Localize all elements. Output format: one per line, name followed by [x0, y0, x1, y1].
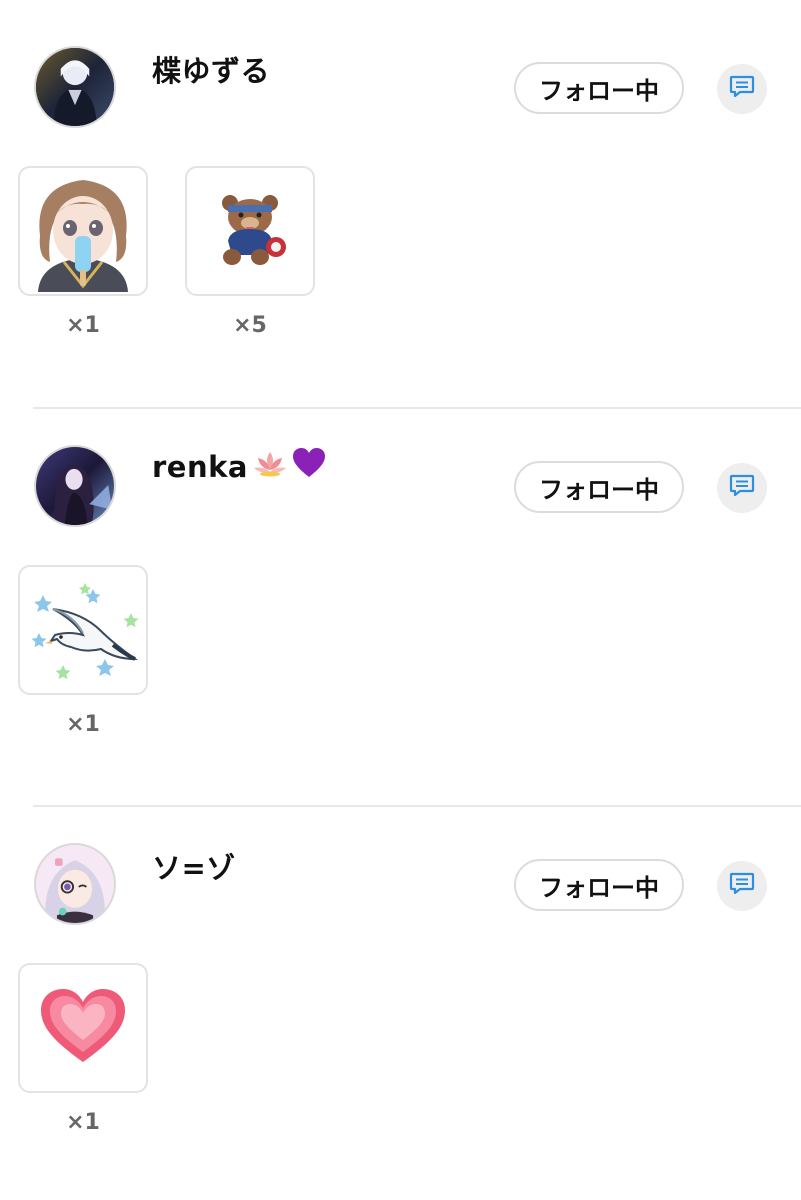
- gift-count: ×5: [233, 313, 267, 338]
- avatar[interactable]: [34, 46, 116, 128]
- username[interactable]: ソ=ゾ: [152, 845, 236, 887]
- chat-bubble-icon: [729, 872, 755, 900]
- message-button[interactable]: [717, 64, 767, 114]
- chat-bubble-icon: [729, 474, 755, 502]
- teddy-bear-sticker-icon: [210, 189, 290, 273]
- username[interactable]: 楪ゆずる: [152, 48, 270, 90]
- avatar[interactable]: [34, 843, 116, 925]
- chat-bubble-icon: [729, 75, 755, 103]
- user-row: 楪ゆずる フォロー中 ×1 ×5: [0, 0, 801, 398]
- gift-item[interactable]: [18, 565, 148, 695]
- following-button[interactable]: フォロー中: [514, 461, 684, 513]
- gift-count: ×1: [66, 1110, 100, 1135]
- username-text: renka: [152, 449, 248, 484]
- following-button[interactable]: フォロー中: [514, 859, 684, 911]
- gift-item[interactable]: [185, 166, 315, 296]
- following-button[interactable]: フォロー中: [514, 62, 684, 114]
- message-button[interactable]: [717, 861, 767, 911]
- lotus-icon: [252, 448, 288, 485]
- gift-item[interactable]: [18, 166, 148, 296]
- girl-popsicle-sticker-icon: [20, 168, 146, 294]
- gift-count: ×1: [66, 313, 100, 338]
- username-text: ソ=ゾ: [152, 851, 236, 885]
- user-row: renka フォロー中 ×1: [0, 399, 801, 797]
- username-text: 楪ゆずる: [152, 54, 271, 88]
- purple-heart-icon: [292, 447, 326, 486]
- gift-count: ×1: [66, 712, 100, 737]
- gift-item[interactable]: [18, 963, 148, 1093]
- avatar[interactable]: [34, 445, 116, 527]
- heart-sticker-icon: [38, 986, 128, 1070]
- seagull-stars-sticker-icon: [23, 573, 143, 687]
- username[interactable]: renka: [152, 447, 326, 486]
- user-row: ソ=ゾ フォロー中 ×1: [0, 797, 801, 1195]
- message-button[interactable]: [717, 463, 767, 513]
